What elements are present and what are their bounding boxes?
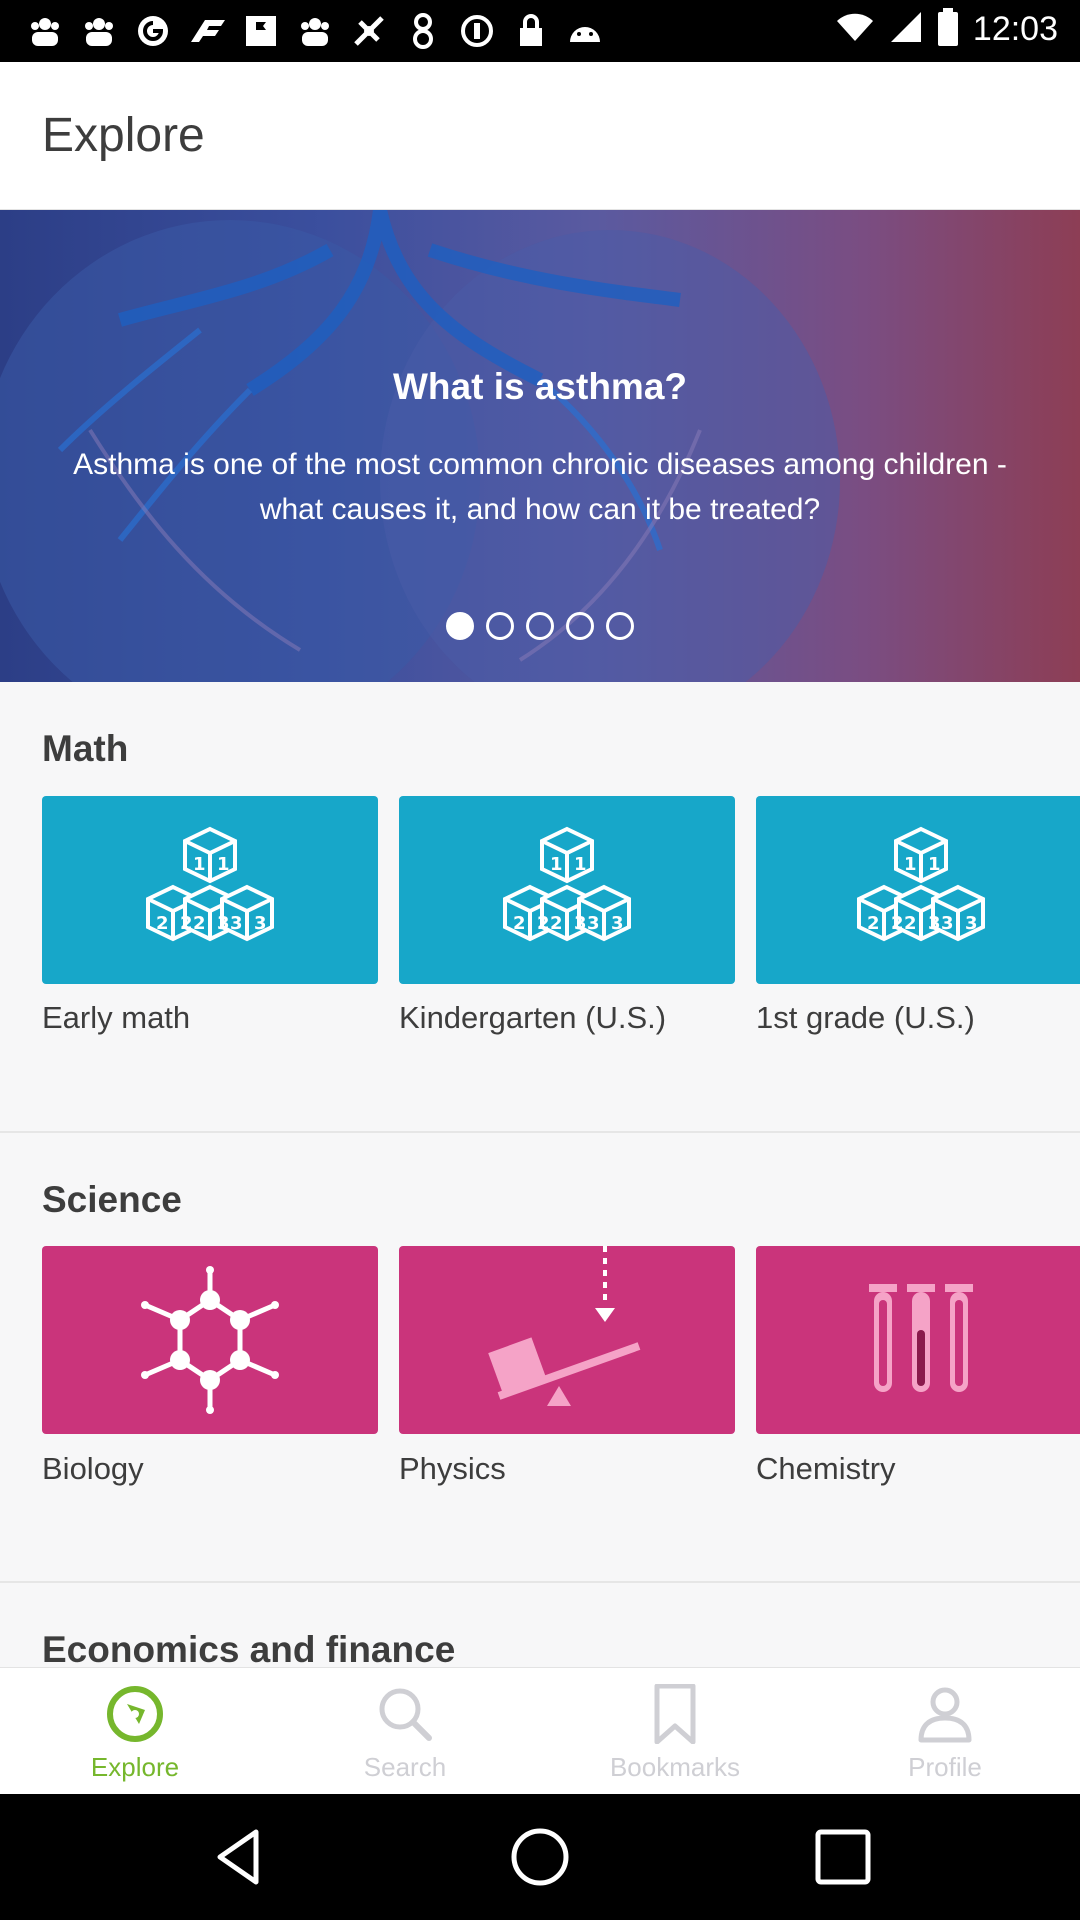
svg-text:1: 1 xyxy=(928,854,941,875)
molecule-icon xyxy=(141,1266,279,1414)
economics-section: Economics and finance xyxy=(0,1583,1080,1667)
svg-text:3: 3 xyxy=(254,913,267,934)
flag-icon xyxy=(240,10,282,52)
nav-label: Profile xyxy=(908,1752,982,1782)
cloud-g-icon xyxy=(132,10,174,52)
nav-label: Explore xyxy=(90,1752,180,1782)
featured-banner[interactable]: What is asthma? Asthma is one of the mos… xyxy=(0,210,1080,682)
carousel-dot[interactable] xyxy=(526,612,554,640)
profile-icon xyxy=(918,1687,972,1743)
system-navigation-bar xyxy=(0,1794,1080,1920)
app-icon xyxy=(24,10,66,52)
nav-profile[interactable]: Profile xyxy=(810,1668,1080,1795)
status-bar: 12:03 xyxy=(0,0,1080,62)
section-title: Science xyxy=(42,1179,182,1220)
svg-text:1: 1 xyxy=(550,854,563,875)
svg-text:2: 2 xyxy=(904,913,917,934)
svg-text:2: 2 xyxy=(180,913,193,934)
nav-label: Search xyxy=(363,1752,447,1782)
svg-text:1: 1 xyxy=(904,854,917,875)
carousel-dot[interactable] xyxy=(446,612,474,640)
search-icon xyxy=(379,1688,432,1741)
svg-text:3: 3 xyxy=(941,913,954,934)
test-tubes-icon xyxy=(869,1284,973,1392)
course-label[interactable]: 1st grade (U.S.) xyxy=(756,1000,975,1036)
nav-bookmarks[interactable]: Bookmarks xyxy=(540,1668,810,1795)
carousel-dot[interactable] xyxy=(486,612,514,640)
carousel-indicator[interactable] xyxy=(0,612,1080,640)
app-icon xyxy=(78,10,120,52)
nav-search[interactable]: Search xyxy=(270,1668,540,1795)
recents-icon[interactable] xyxy=(810,1824,876,1890)
course-label[interactable]: Early math xyxy=(42,1000,190,1036)
science-section: Science Biology Physics Chemistry xyxy=(0,1133,1080,1583)
signal-icon xyxy=(889,10,923,49)
android-icon xyxy=(564,10,606,52)
svg-text:3: 3 xyxy=(611,913,624,934)
course-label[interactable]: Kindergarten (U.S.) xyxy=(399,1000,666,1036)
course-tile-biology[interactable] xyxy=(42,1246,378,1434)
lock-icon xyxy=(510,10,552,52)
svg-text:3: 3 xyxy=(230,913,243,934)
section-title: Math xyxy=(42,728,129,769)
blocks-icon: 11 22 23 33 xyxy=(146,826,274,942)
svg-text:3: 3 xyxy=(965,913,978,934)
app-icon xyxy=(294,10,336,52)
course-tile-1st-grade[interactable]: 11 22 23 33 xyxy=(756,796,1080,984)
person-icon xyxy=(402,10,444,52)
explore-content[interactable]: Math 11 22 23 33 Early math 1 1 2 2 2 3 … xyxy=(0,682,1080,1667)
course-label[interactable]: Biology xyxy=(42,1451,144,1487)
system-status: 12:03 xyxy=(835,8,1058,51)
svg-text:3: 3 xyxy=(217,913,230,934)
seesaw-icon xyxy=(488,1246,641,1406)
svg-text:3: 3 xyxy=(574,913,587,934)
course-tile-physics[interactable] xyxy=(399,1246,735,1434)
circle-icon xyxy=(456,10,498,52)
course-label[interactable]: Physics xyxy=(399,1451,506,1487)
featured-description: Asthma is one of the most common chronic… xyxy=(73,448,1007,526)
nav-label: Bookmarks xyxy=(609,1752,741,1782)
svg-text:1: 1 xyxy=(193,854,206,875)
bottom-navigation: Explore Search Bookmarks Profile xyxy=(0,1667,1080,1794)
carousel-dot[interactable] xyxy=(566,612,594,640)
course-tile-kindergarten[interactable]: 11 22 23 33 xyxy=(399,796,735,984)
blocks-icon: 11 22 23 33 xyxy=(857,826,985,942)
app-header: Explore xyxy=(0,62,1080,210)
svg-text:2: 2 xyxy=(193,913,206,934)
home-icon[interactable] xyxy=(507,1824,573,1890)
svg-text:2: 2 xyxy=(513,913,526,934)
svg-text:3: 3 xyxy=(928,913,941,934)
svg-text:2: 2 xyxy=(537,913,550,934)
course-tile-early-math[interactable]: 11 22 23 33 xyxy=(42,796,378,984)
nav-explore[interactable]: Explore xyxy=(0,1668,270,1795)
carousel-dot[interactable] xyxy=(606,612,634,640)
svg-text:1: 1 xyxy=(574,854,587,875)
svg-text:2: 2 xyxy=(891,913,904,934)
svg-text:2: 2 xyxy=(867,913,880,934)
course-label[interactable]: Chemistry xyxy=(756,1451,896,1487)
featured-title: What is asthma? xyxy=(393,366,687,407)
battery-icon xyxy=(937,8,959,51)
wifi-icon xyxy=(835,11,875,48)
svg-text:2: 2 xyxy=(550,913,563,934)
compass-icon xyxy=(107,1686,163,1742)
clock: 12:03 xyxy=(972,10,1058,48)
section-title: Economics and finance xyxy=(42,1629,456,1667)
page-title: Explore xyxy=(42,109,205,162)
back-icon[interactable] xyxy=(206,1824,272,1890)
notification-icons xyxy=(24,10,606,52)
math-section: Math 11 22 23 33 Early math 1 1 2 2 2 3 … xyxy=(0,682,1080,1132)
svg-text:3: 3 xyxy=(587,913,600,934)
racing-icon xyxy=(186,10,228,52)
course-tile-chemistry[interactable] xyxy=(756,1246,1080,1434)
svg-text:2: 2 xyxy=(156,913,169,934)
fake-gps-icon xyxy=(348,10,390,52)
svg-text:1: 1 xyxy=(217,854,230,875)
blocks-icon: 11 22 23 33 xyxy=(503,826,631,942)
bookmark-icon xyxy=(654,1684,696,1744)
